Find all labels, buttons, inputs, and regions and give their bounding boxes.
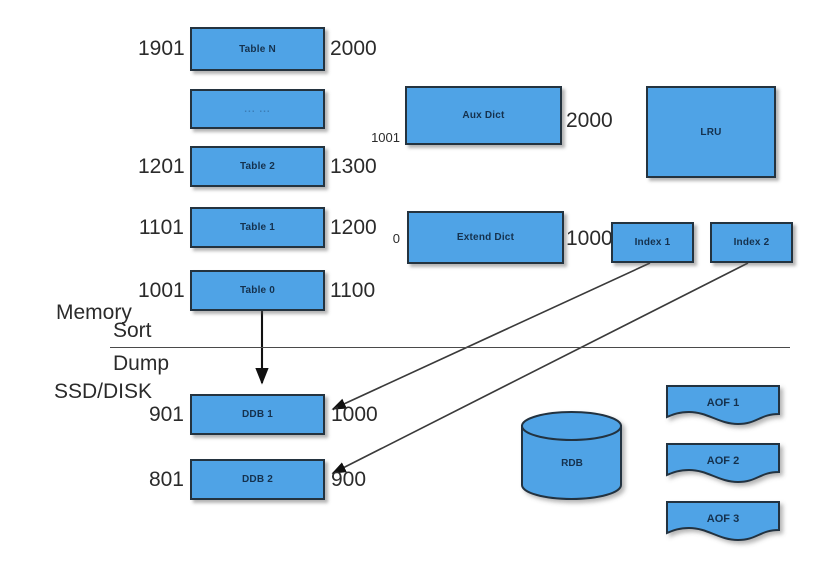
- memory-table-start-1: 1101: [138, 216, 184, 239]
- aux-dict-end: 2000: [566, 109, 613, 132]
- ddb-label: DDB 2: [241, 474, 273, 485]
- lru-box[interactable]: LRU: [646, 86, 776, 178]
- aof-file-1[interactable]: AOF 1: [667, 386, 779, 424]
- memory-table-label: Table 2: [239, 161, 276, 172]
- memory-table-end-0: 1100: [330, 279, 376, 302]
- memory-table-start-2: 1201: [138, 155, 185, 178]
- extend-dict-end: 1000: [566, 227, 613, 250]
- memory-table-start-n: 1901: [138, 37, 185, 60]
- rdb-label: RDB: [561, 458, 583, 469]
- aof-label: AOF 1: [706, 397, 740, 409]
- memory-table-box-0[interactable]: Table 0: [190, 270, 325, 311]
- aof-label: AOF 2: [706, 455, 740, 467]
- memory-table-end-2: 1300: [330, 155, 377, 178]
- ddb-box-1[interactable]: DDB 1: [190, 394, 325, 435]
- memory-table-start-0: 1001: [138, 279, 185, 302]
- memory-disk-divider: [110, 347, 790, 348]
- extend-dict-start: 0: [392, 231, 400, 246]
- diagram-canvas: Table N 1901 2000 ... ... Table 2 1201 1…: [0, 0, 833, 562]
- memory-table-box-1[interactable]: Table 1: [190, 207, 325, 248]
- index-box-2[interactable]: Index 2: [710, 222, 793, 263]
- aux-dict-box[interactable]: Aux Dict: [405, 86, 562, 145]
- aof-file-2[interactable]: AOF 2: [667, 444, 779, 482]
- index1-to-ddb1-arrow: [331, 262, 651, 410]
- memory-table-label: ... ...: [244, 103, 271, 115]
- memory-table-end-n: 2000: [330, 37, 377, 60]
- aux-dict-start: 1001: [371, 130, 400, 145]
- memory-table-box-ellipsis[interactable]: ... ...: [190, 89, 325, 129]
- aof-label: AOF 3: [706, 513, 740, 525]
- index-box-1[interactable]: Index 1: [611, 222, 694, 263]
- memory-table-box-2[interactable]: Table 2: [190, 146, 325, 187]
- extend-dict-label: Extend Dict: [456, 232, 515, 243]
- extend-dict-box[interactable]: Extend Dict: [407, 211, 564, 264]
- sort-label: Sort: [113, 319, 152, 342]
- lru-label: LRU: [700, 126, 722, 138]
- ddb-start-1: 901: [148, 403, 184, 426]
- ddb-label: DDB 1: [241, 409, 273, 420]
- memory-table-label: Table 1: [239, 222, 276, 233]
- rdb-store[interactable]: RDB: [522, 410, 622, 500]
- ddb-box-2[interactable]: DDB 2: [190, 459, 325, 500]
- index-label: Index 2: [733, 237, 770, 248]
- aux-dict-label: Aux Dict: [462, 110, 505, 121]
- aof-file-3[interactable]: AOF 3: [667, 502, 779, 540]
- ddb-end-1: 1000: [331, 403, 378, 426]
- memory-table-end-1: 1200: [330, 216, 377, 239]
- ddb-start-2: 801: [148, 468, 184, 491]
- dump-label: Dump: [113, 352, 170, 375]
- disk-zone-label: SSD/DISK: [54, 380, 153, 403]
- memory-table-box-n[interactable]: Table N: [190, 27, 325, 71]
- ddb-end-2: 900: [331, 468, 367, 491]
- index-label: Index 1: [634, 237, 671, 248]
- memory-table-label: Table N: [239, 43, 276, 55]
- memory-table-label: Table 0: [239, 285, 276, 296]
